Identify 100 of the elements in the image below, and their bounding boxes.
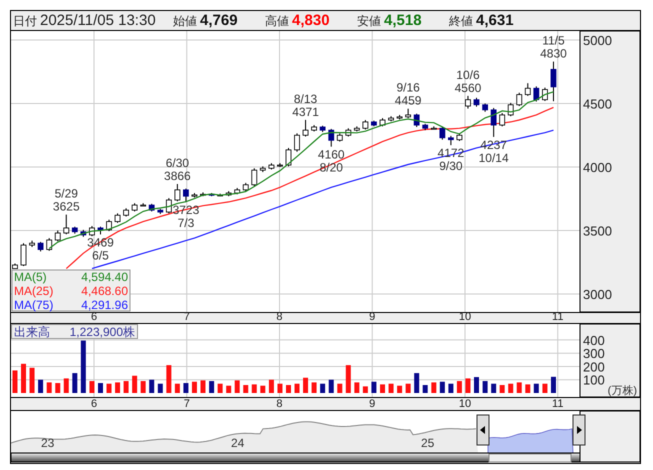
field-label: 高値 bbox=[265, 12, 289, 30]
falling-candle bbox=[328, 128, 334, 148]
price-annotation: 4160 bbox=[318, 148, 345, 162]
rising-candle bbox=[192, 192, 198, 198]
year-label: 24 bbox=[231, 436, 244, 450]
volume-bar bbox=[192, 382, 197, 393]
legend-value: 4,594.40 bbox=[81, 270, 128, 284]
volume-bar bbox=[234, 380, 240, 393]
volume-bar bbox=[414, 373, 420, 393]
rising-candle bbox=[174, 184, 180, 202]
volume-bar bbox=[516, 382, 522, 393]
axis-label: 100 bbox=[583, 372, 605, 388]
rising-candle bbox=[286, 147, 292, 167]
volume-bar bbox=[346, 365, 351, 393]
falling-candle bbox=[148, 203, 155, 212]
volume-bar bbox=[337, 384, 342, 393]
falling-candle bbox=[490, 107, 497, 138]
falling-candle bbox=[72, 226, 78, 234]
rising-candle bbox=[499, 112, 506, 127]
rising-candle bbox=[226, 190, 232, 197]
field-label: 終値 bbox=[449, 12, 473, 30]
rising-candle bbox=[260, 166, 266, 173]
left-handle[interactable] bbox=[476, 414, 490, 446]
right-handle[interactable] bbox=[572, 414, 586, 446]
price-value: 4,631 bbox=[476, 12, 514, 28]
rising-candle bbox=[405, 108, 412, 119]
axis-label: 3000 bbox=[583, 286, 612, 302]
rising-candle bbox=[268, 162, 274, 170]
rising-candle bbox=[362, 120, 368, 130]
rising-candle bbox=[20, 242, 26, 267]
date-value: 2025/11/05 13:30 bbox=[40, 12, 156, 28]
volume-bar bbox=[354, 382, 360, 393]
rising-candle bbox=[302, 119, 308, 138]
falling-candle bbox=[371, 120, 377, 127]
rising-candle bbox=[388, 116, 394, 122]
falling-candle bbox=[320, 125, 326, 133]
rising-candle bbox=[140, 202, 146, 207]
volume-bar bbox=[388, 384, 394, 393]
volume-bar bbox=[277, 384, 282, 393]
volume-bar bbox=[456, 381, 462, 393]
price-annotation: 3866 bbox=[164, 169, 191, 183]
legend-value: 1,223,900株 bbox=[70, 325, 135, 339]
rising-candle bbox=[114, 212, 120, 224]
volume-bar bbox=[243, 385, 248, 393]
rising-candle bbox=[166, 198, 172, 214]
axis-label: 10 bbox=[458, 398, 472, 410]
rising-candle bbox=[508, 102, 514, 117]
falling-candle bbox=[183, 188, 189, 203]
field-label: 始値 bbox=[173, 12, 197, 30]
volume-bar bbox=[46, 382, 52, 393]
axis-label: 9 bbox=[369, 398, 376, 410]
falling-candle bbox=[98, 226, 104, 235]
rising-candle bbox=[456, 132, 462, 142]
volume-bar bbox=[525, 384, 530, 393]
axis-label: 7 bbox=[184, 311, 190, 323]
rising-candle bbox=[311, 124, 317, 132]
volume-bar bbox=[371, 382, 376, 393]
rising-candle bbox=[465, 95, 471, 110]
price-annotation: 5/29 bbox=[54, 186, 78, 201]
legend-label: 出来高 bbox=[14, 325, 50, 339]
axis-label: 9 bbox=[369, 311, 376, 323]
volume-bar bbox=[98, 383, 103, 393]
rising-candle bbox=[396, 114, 402, 120]
price-annotation: 10/14 bbox=[478, 150, 509, 165]
price-annotation: 9/16 bbox=[396, 80, 420, 95]
scroll-thumb[interactable] bbox=[488, 454, 572, 462]
axis-label: 7 bbox=[184, 398, 190, 410]
axis-label: 6 bbox=[90, 311, 98, 323]
volume-bar bbox=[106, 384, 112, 393]
volume-bar bbox=[303, 378, 308, 393]
rising-candle bbox=[46, 238, 52, 252]
falling-candle bbox=[439, 126, 446, 140]
volume-bar bbox=[158, 384, 163, 393]
volume-bar bbox=[200, 380, 206, 393]
volume-bar bbox=[140, 381, 146, 393]
rising-candle bbox=[234, 187, 240, 195]
volume-bar bbox=[320, 384, 326, 393]
rising-candle bbox=[354, 126, 360, 132]
rising-candle bbox=[54, 230, 61, 242]
falling-candle bbox=[414, 113, 420, 128]
volume-bar bbox=[491, 384, 496, 393]
volume-bar bbox=[64, 378, 69, 393]
price-annotation: 10/6 bbox=[456, 68, 480, 82]
price-annotation: 8/13 bbox=[294, 92, 318, 106]
volume-bar bbox=[542, 384, 548, 393]
volume-bar bbox=[149, 380, 154, 393]
volume-bar bbox=[465, 378, 470, 393]
price-annotation: 6/30 bbox=[166, 156, 190, 170]
rising-candle bbox=[516, 92, 522, 107]
axis-label: 5000 bbox=[583, 33, 612, 48]
price-value: 4,769 bbox=[200, 12, 238, 28]
volume-bar bbox=[406, 384, 411, 393]
volume-bar bbox=[550, 376, 556, 393]
legend-label: MA(75) bbox=[14, 298, 54, 312]
rising-candle bbox=[336, 132, 343, 142]
year-label: 23 bbox=[41, 436, 54, 450]
volume-bar bbox=[294, 384, 300, 393]
rising-candle bbox=[132, 202, 138, 212]
falling-candle bbox=[474, 97, 480, 108]
volume-bar bbox=[260, 386, 266, 393]
